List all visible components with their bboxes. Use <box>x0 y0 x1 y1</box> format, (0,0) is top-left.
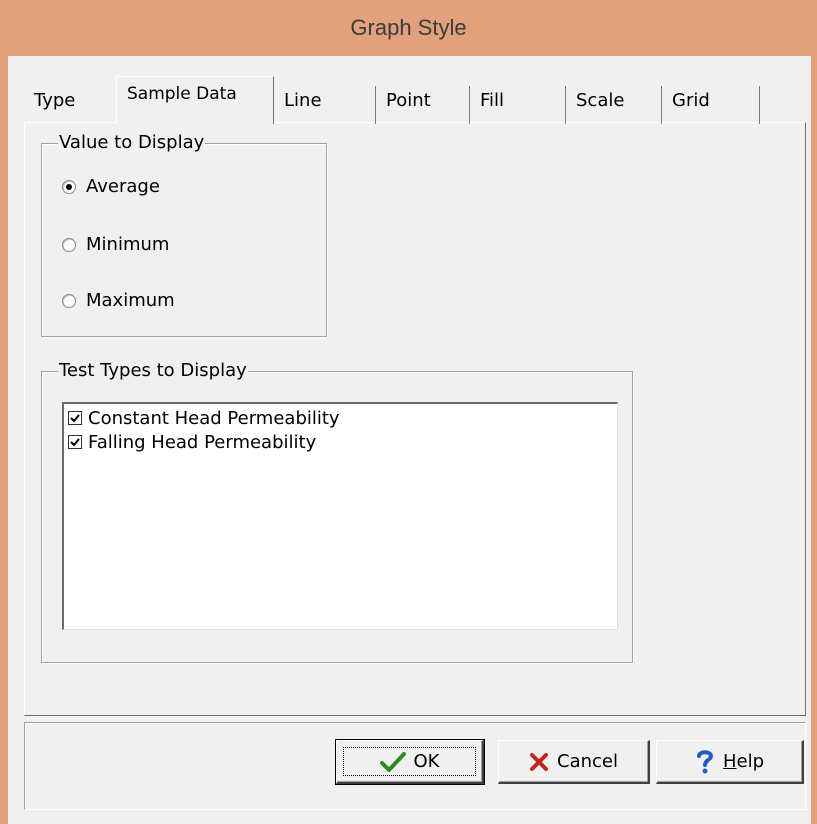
ok-button[interactable]: OK <box>335 739 485 785</box>
tab-scale-label: Scale <box>576 90 625 111</box>
test-types-label: Test Types to Display <box>58 358 248 384</box>
radio-average[interactable]: Average <box>62 176 160 197</box>
radio-minimum[interactable]: Minimum <box>62 234 169 255</box>
checkbox-falling-head[interactable] <box>68 435 82 449</box>
test-types-group: Test Types to Display Constant Head Perm… <box>41 358 633 663</box>
value-to-display-group: Value to Display Average Minimum Maximum <box>41 130 327 337</box>
radio-maximum-label: Maximum <box>86 290 175 311</box>
falling-head-label: Falling Head Permeability <box>88 431 317 453</box>
tab-scale[interactable]: Scale <box>566 86 662 124</box>
title-bar: Graph Style <box>0 0 817 56</box>
focus-rectangle <box>343 747 476 776</box>
window-frame-left <box>0 56 8 824</box>
radio-button-minimum[interactable] <box>62 237 76 252</box>
radio-minimum-label: Minimum <box>86 234 170 255</box>
tab-strip: Type Sample Data Line Point Fill Scale G… <box>24 76 784 124</box>
radio-maximum[interactable]: Maximum <box>62 290 175 311</box>
tab-point[interactable]: Point <box>376 86 470 124</box>
help-mnemonic: H <box>722 751 737 772</box>
tab-grid[interactable]: Grid <box>662 86 760 124</box>
radio-button-average[interactable] <box>62 179 76 194</box>
radio-button-maximum[interactable] <box>62 293 76 308</box>
list-item[interactable]: Falling Head Permeability <box>68 430 316 454</box>
tab-sample-data-label: Sample Data <box>127 84 237 104</box>
test-types-listbox[interactable]: Constant Head Permeability Falling Head … <box>62 402 618 630</box>
question-icon <box>695 749 715 775</box>
checkmark-icon <box>70 414 80 423</box>
tab-fill-label: Fill <box>480 90 505 111</box>
tab-point-label: Point <box>386 90 431 111</box>
x-icon <box>529 752 549 772</box>
constant-head-label: Constant Head Permeability <box>88 407 340 429</box>
tab-sample-data[interactable]: Sample Data <box>116 76 274 124</box>
help-label-rest: elp <box>736 751 765 772</box>
tab-grid-label: Grid <box>672 90 710 111</box>
help-label: Help <box>723 751 764 772</box>
cancel-label: Cancel <box>557 751 618 772</box>
value-to-display-label: Value to Display <box>58 130 206 156</box>
checkmark-icon <box>70 438 80 447</box>
tab-panel: Value to Display Average Minimum Maximum… <box>24 122 806 716</box>
radio-average-label: Average <box>86 176 160 197</box>
tab-line[interactable]: Line <box>274 86 376 124</box>
help-button[interactable]: Help <box>656 740 804 784</box>
checkbox-constant-head[interactable] <box>68 411 82 425</box>
cancel-button[interactable]: Cancel <box>498 740 650 784</box>
tab-fill[interactable]: Fill <box>470 86 566 124</box>
list-item[interactable]: Constant Head Permeability <box>68 406 340 430</box>
window-title: Graph Style <box>350 15 467 40</box>
window-frame-right <box>811 56 817 824</box>
tab-type[interactable]: Type <box>24 86 116 124</box>
tab-type-label: Type <box>34 90 76 111</box>
tab-line-label: Line <box>284 90 322 111</box>
